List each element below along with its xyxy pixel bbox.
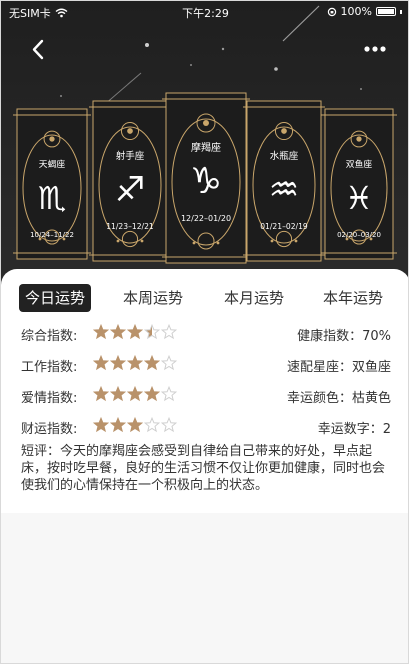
- star-filled-icon: [110, 417, 126, 433]
- index-label: 工作指数:: [21, 360, 78, 375]
- star-filled-icon: [110, 386, 126, 402]
- star-filled-icon: [127, 324, 143, 340]
- zodiac-glyph: ♏: [38, 181, 66, 217]
- battery-percent: 100%: [340, 5, 372, 18]
- fortune-comment: 短评：今天的摩羯座会感受到自律给自己带来的好处，早点起床，按时吃早餐，良好的生活…: [21, 444, 386, 493]
- index-row-overall: 综合指数: 健康指数：70%: [21, 321, 391, 352]
- star-rating: [93, 355, 177, 371]
- index-row-work: 工作指数: 速配星座：双鱼座: [21, 352, 391, 383]
- chevron-left-icon: [32, 39, 44, 60]
- status-bar: 无SIM卡 下午2:29 100%: [1, 1, 408, 23]
- zodiac-hero: 无SIM卡 下午2:29 100% 天蝎座 ♏ 10/24–11/22 射手座 …: [1, 1, 408, 291]
- star-empty-icon: [161, 355, 177, 371]
- orientation-lock-icon: [327, 7, 336, 16]
- star-filled-icon: [110, 355, 126, 371]
- back-button[interactable]: [23, 35, 53, 65]
- index-label: 财运指数:: [21, 422, 78, 437]
- index-info: 幸运颜色：枯黄色: [286, 391, 391, 406]
- index-row-love: 爱情指数: 幸运颜色：枯黄色: [21, 383, 391, 414]
- star-rating: [93, 386, 177, 402]
- zodiac-card-carousel[interactable]: 天蝎座 ♏ 10/24–11/22 射手座 ♐ 11/23–12/21 摩羯座 ♑ 12/22–…: [1, 79, 408, 269]
- tab-week[interactable]: 本周运势: [123, 284, 183, 312]
- star-filled-icon: [110, 324, 126, 340]
- index-list: 综合指数: 健康指数：70% 工作指数: 速配星座：双鱼座 爱情指数: 幸运颜色…: [21, 321, 391, 445]
- index-row-wealth: 财运指数: 幸运数字：2: [21, 414, 391, 445]
- zodiac-card[interactable]: 射手座 ♐ 11/23–12/21: [89, 100, 171, 262]
- star-rating: [93, 324, 177, 340]
- star-filled-icon: [144, 355, 160, 371]
- fortune-panel: 今日运势 本周运势 本月运势 本年运势 综合指数: 健康指数：70% 工作指数:…: [1, 269, 408, 513]
- zodiac-dates: 02/20–03/20: [337, 231, 381, 239]
- star-filled-icon: [93, 417, 109, 433]
- star-empty-icon: [161, 324, 177, 340]
- battery-icon: [376, 7, 396, 16]
- zodiac-dates: 11/23–12/21: [106, 222, 154, 231]
- star-half-icon: [144, 324, 160, 340]
- star-filled-icon: [144, 386, 160, 402]
- zodiac-name: 双鱼座: [346, 158, 373, 170]
- zodiac-glyph: ♑: [190, 161, 222, 202]
- zodiac-name: 天蝎座: [39, 158, 66, 170]
- zodiac-card[interactable]: 天蝎座 ♏ 10/24–11/22: [13, 108, 91, 260]
- star-rating: [93, 417, 177, 433]
- zodiac-glyph: ♓: [345, 181, 373, 217]
- zodiac-card[interactable]: 水瓶座 ♒ 01/21–02/19: [243, 100, 325, 262]
- more-horizontal-icon: [364, 46, 386, 52]
- more-button[interactable]: [360, 37, 390, 61]
- star-filled-icon: [127, 355, 143, 371]
- app-screen: 无SIM卡 下午2:29 100% 天蝎座 ♏ 10/24–11/22 射手座 …: [0, 0, 409, 664]
- star-empty-icon: [144, 417, 160, 433]
- zodiac-glyph: ♒: [269, 170, 300, 210]
- star-filled-icon: [93, 355, 109, 371]
- star-filled-icon: [127, 386, 143, 402]
- zodiac-cards: 天蝎座 ♏ 10/24–11/22 射手座 ♐ 11/23–12/21 摩羯座 ♑ 12/22–…: [13, 92, 397, 264]
- index-label: 综合指数:: [21, 329, 78, 344]
- star-filled-icon: [93, 386, 109, 402]
- zodiac-card[interactable]: 摩羯座 ♑ 12/22–01/20: [162, 92, 250, 264]
- zodiac-name: 射手座: [116, 150, 145, 162]
- zodiac-dates: 12/22–01/20: [181, 214, 231, 223]
- star-filled-icon: [93, 324, 109, 340]
- zodiac-card[interactable]: 双鱼座 ♓ 02/20–03/20: [321, 108, 397, 260]
- index-info: 速配星座：双鱼座: [286, 360, 391, 375]
- star-filled-icon: [127, 417, 143, 433]
- tab-month[interactable]: 本月运势: [224, 284, 284, 312]
- index-info: 健康指数：70%: [297, 329, 391, 344]
- tab-year[interactable]: 本年运势: [323, 284, 383, 312]
- fortune-tabs: 今日运势 本周运势 本月运势 本年运势: [19, 284, 399, 312]
- index-info: 幸运数字：2: [317, 422, 391, 437]
- star-empty-icon: [161, 386, 177, 402]
- zodiac-dates: 01/21–02/19: [260, 222, 308, 231]
- zodiac-glyph: ♐: [115, 170, 146, 210]
- zodiac-name: 水瓶座: [270, 150, 299, 162]
- tab-today[interactable]: 今日运势: [19, 284, 92, 312]
- index-label: 爱情指数:: [21, 391, 78, 406]
- star-empty-icon: [161, 417, 177, 433]
- zodiac-dates: 10/24–11/22: [30, 231, 74, 239]
- zodiac-name: 摩羯座: [191, 141, 221, 154]
